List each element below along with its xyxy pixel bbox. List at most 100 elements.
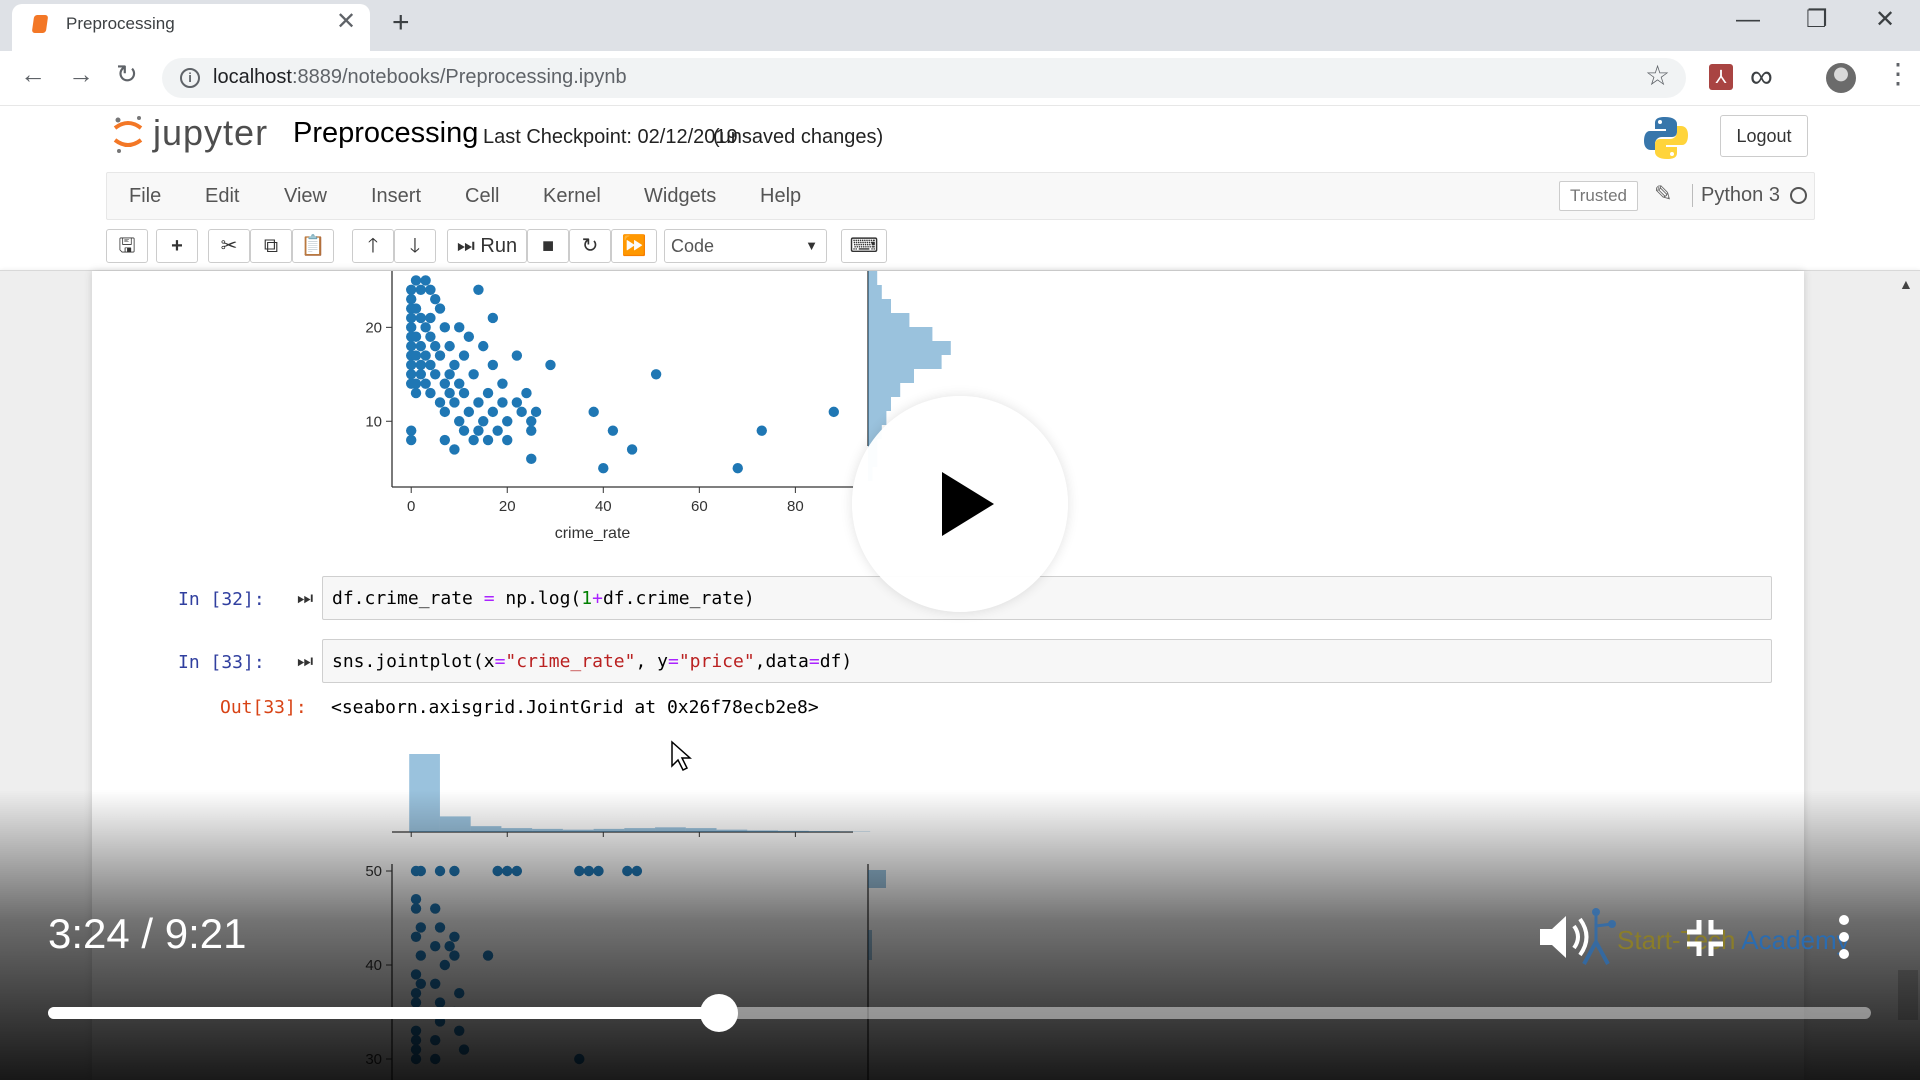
run-button[interactable]: ⏭ Run [447,229,527,263]
x-tick-label: 0 [407,498,415,515]
minimize-window-button[interactable]: — [1736,8,1760,32]
move-down-icon[interactable]: 🡓 [394,229,436,263]
scatter-point [502,434,513,446]
tab-close-icon[interactable]: ✕ [336,10,356,34]
run-cell-icon[interactable]: ⏭ [297,588,313,609]
marginal-hist-bar [868,313,910,327]
scatter-point [511,350,523,361]
marginal-hist-bar [868,383,901,397]
watermark-text: Start-Tech Academy [1617,925,1850,956]
scatter-point [588,406,599,418]
scatter-point [425,331,436,342]
restart-run-all-icon[interactable]: ⏩ [611,229,657,263]
insert-cell-below-button[interactable]: + [156,229,198,263]
browser-menu-icon[interactable]: ⋮ [1884,60,1912,88]
marginal-hist-bar [868,341,951,355]
scatter-point [449,359,460,371]
menu-cell[interactable]: Cell [465,185,499,208]
volume-icon[interactable] [1536,912,1596,962]
notebook-name[interactable]: Preprocessing [293,117,478,150]
cell-32-prompt: In [32]: [178,589,265,610]
profile-avatar[interactable] [1826,63,1856,93]
menu-file[interactable]: File [129,185,161,208]
new-tab-button[interactable]: + [392,8,410,38]
scatter-point [511,397,523,408]
close-window-button[interactable]: ✕ [1875,8,1895,32]
marginal-hist-bar [868,271,878,285]
kernel-name[interactable]: Python 3 [1692,184,1780,207]
menu-help[interactable]: Help [760,185,801,208]
pdf-extension-icon[interactable]: ⅄ [1709,64,1733,90]
cell-33-code[interactable]: sns.jointplot(x="crime_rate", y="price",… [332,651,852,672]
scatter-point [454,416,465,427]
bookmark-star-icon[interactable]: ☆ [1645,62,1670,90]
scatter-point [439,378,451,389]
scatter-point [406,293,417,305]
scatter-point [487,359,499,371]
scatter-point [473,397,484,408]
scroll-up-icon[interactable]: ▲ [1899,276,1913,292]
menu-kernel[interactable]: Kernel [543,185,601,208]
menu-edit[interactable]: Edit [205,185,239,208]
cell-33-prompt: In [33]: [178,652,265,673]
site-info-icon[interactable]: i [180,68,200,88]
checkpoint-status: Last Checkpoint: 02/12/2019 [483,126,738,148]
reload-icon[interactable]: ↻ [116,61,138,87]
marginal-hist-bar [868,411,887,425]
move-up-icon[interactable]: 🡑 [352,229,394,263]
scatter-point [526,416,537,427]
scatter-point [545,359,556,371]
scatter-point [732,463,743,474]
scatter-point [434,303,446,314]
video-more-options-icon[interactable] [1838,914,1850,960]
forward-arrow-icon[interactable]: → [68,61,94,87]
back-arrow-icon[interactable]: ← [20,61,46,87]
restart-kernel-icon[interactable]: ↻ [569,229,611,263]
scatter-point [434,350,446,361]
scatter-point [415,369,427,380]
scatter-point [420,322,431,333]
exit-fullscreen-icon[interactable] [1685,918,1725,958]
marginal-hist-bar [868,299,891,313]
x-axis-label: crime_rate [555,525,631,542]
menu-widgets[interactable]: Widgets [644,185,716,208]
save-icon[interactable]: 🖫 [106,229,148,263]
scatter-point [406,312,417,324]
run-cell-icon[interactable]: ⏭ [297,651,313,672]
cell-32-code[interactable]: df.crime_rate = np.log(1+df.crime_rate) [332,588,755,609]
scatter-point [478,340,489,352]
y-tick-label: 10 [365,413,382,430]
run-icon: ⏭ [456,235,475,257]
copy-cells-icon[interactable]: ⧉ [250,229,292,263]
keyboard-shortcuts-icon[interactable]: ⌨ [841,229,887,263]
scatter-point [463,331,475,342]
scatter-point [482,434,494,446]
python-logo-icon [1644,117,1688,159]
menu-view[interactable]: View [284,185,327,208]
restore-window-button[interactable]: ❐ [1806,8,1828,32]
jupyter-logo-icon[interactable] [112,114,144,154]
trusted-indicator[interactable]: Trusted [1559,181,1638,211]
cell-type-select[interactable]: Code ▼ [664,229,827,263]
scatter-point [526,453,537,465]
scatter-point [420,378,431,389]
scatter-point [454,322,465,333]
video-progress-knob[interactable] [699,994,738,1032]
paste-cells-icon[interactable]: 📋 [292,229,334,263]
url-host: localhost [213,66,292,88]
menu-insert[interactable]: Insert [371,185,421,208]
scatter-point [410,275,422,286]
url-text[interactable]: localhost:8889/notebooks/Preprocessing.i… [213,66,627,89]
cut-cells-icon[interactable]: ✂ [208,229,250,263]
scatter-point [598,463,609,474]
scatter-point [468,434,479,446]
scatter-point [502,416,513,427]
infinity-extension-icon[interactable]: ∞ [1750,60,1773,92]
x-tick-label: 80 [787,498,804,515]
logout-button[interactable]: Logout [1720,115,1808,157]
jupyter-logo-text[interactable]: jupyter [153,112,268,154]
scatter-point [626,444,638,455]
interrupt-kernel-icon[interactable]: ■ [527,229,569,263]
output-text: <seaborn.axisgrid.JointGrid at 0x26f78ec… [331,697,819,718]
marginal-hist-bar [868,369,914,383]
